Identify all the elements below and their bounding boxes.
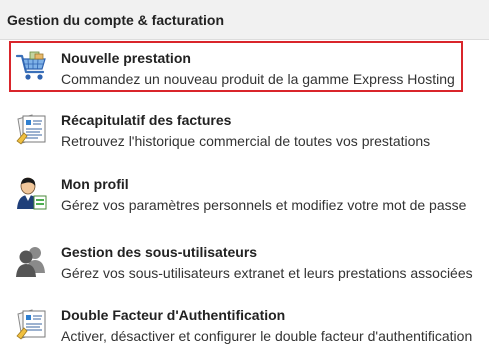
two-factor-document-icon [14,306,50,342]
section-header: Gestion du compte & facturation [0,0,489,40]
menu-item-recapitulatif-factures[interactable]: Récapitulatif des factures Retrouvez l'h… [0,105,489,161]
menu-item-title: Double Facteur d'Authentification [61,307,286,323]
user-profile-icon [14,175,50,211]
users-group-icon [14,243,50,279]
menu-item-title: Gestion des sous-utilisateurs [61,244,258,260]
menu-item-title: Mon profil [61,176,129,192]
menu-item-description: Gérez vos paramètres personnels et modif… [61,197,467,213]
menu-item-mon-profil[interactable]: Mon profil Gérez vos paramètres personne… [0,169,489,225]
menu-item-title: Récapitulatif des factures [61,112,232,128]
menu-item-double-facteur[interactable]: Double Facteur d'Authentification Active… [0,300,489,356]
section-title: Gestion du compte & facturation [7,12,225,28]
menu-item-description: Retrouvez l'historique commercial de tou… [61,133,431,149]
menu-item-description: Activer, désactiver et configurer le dou… [61,328,473,344]
shopping-cart-icon [14,49,50,85]
menu-item-gestion-sous-utilisateurs[interactable]: Gestion des sous-utilisateurs Gérez vos … [0,237,489,293]
menu-item-description: Commandez un nouveau produit de la gamme… [61,71,455,87]
menu-item-title: Nouvelle prestation [61,50,191,66]
menu-item-description: Gérez vos sous-utilisateurs extranet et … [61,265,473,281]
invoice-document-icon [14,111,50,147]
menu-item-nouvelle-prestation[interactable]: Nouvelle prestation Commandez un nouveau… [0,43,489,99]
